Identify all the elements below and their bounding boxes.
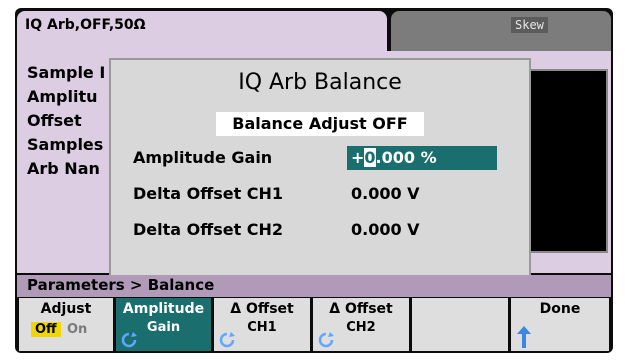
dialog-title: IQ Arb Balance <box>238 70 402 95</box>
offset-ch2-softkey[interactable]: Δ Offset CH2 <box>313 298 409 351</box>
knob-icon <box>318 332 334 348</box>
param-label: Offset <box>27 111 82 130</box>
delta-offset-ch1-value[interactable]: 0.000 V <box>351 184 420 203</box>
channel-title: IQ Arb,OFF,50Ω <box>25 17 146 33</box>
instrument-bezel: IQ Arb,OFF,50Ω Skew Sample I Amplitu Off… <box>0 0 625 360</box>
adjust-off-option: Off <box>31 322 61 337</box>
done-label: Done <box>539 301 581 317</box>
blank-softkey[interactable] <box>412 298 508 351</box>
breadcrumb-text: Parameters > Balance <box>27 276 215 294</box>
arrow-up-icon <box>517 326 531 348</box>
knob-icon <box>219 332 235 348</box>
delta-offset-ch2-value[interactable]: 0.000 V <box>351 220 420 239</box>
amplitude-gain-line1: Amplitude <box>122 301 205 317</box>
amplitude-gain-field[interactable]: +0.000 % <box>347 146 497 170</box>
offset-ch1-line1: Δ Offset <box>230 301 294 317</box>
param-label: Arb Nan <box>27 159 100 178</box>
amplitude-gain-label: Amplitude Gain <box>133 148 273 167</box>
offset-ch1-softkey[interactable]: Δ Offset CH1 <box>214 298 310 351</box>
softkey-bar: Adjust Off On Amplitude Gain Δ Offset CH… <box>17 298 611 351</box>
gain-sign: + <box>351 148 365 167</box>
skew-label: Skew <box>511 17 548 33</box>
offset-ch2-line1: Δ Offset <box>329 301 393 317</box>
edit-cursor: 0 <box>364 148 376 167</box>
amplitude-gain-softkey[interactable]: Amplitude Gain <box>116 298 211 351</box>
breadcrumb: Parameters > Balance <box>17 275 611 297</box>
adjust-on-option: On <box>67 322 88 337</box>
knob-icon <box>121 332 137 348</box>
param-label: Sample I <box>27 63 106 82</box>
delta-offset-ch2-label: Delta Offset CH2 <box>133 220 284 239</box>
channel-tab[interactable]: IQ Arb,OFF,50Ω <box>17 11 387 51</box>
adjust-softkey[interactable]: Adjust Off On <box>19 298 113 351</box>
balance-status: Balance Adjust OFF <box>216 112 424 136</box>
iq-balance-dialog: IQ Arb Balance Balance Adjust OFF Amplit… <box>109 58 531 282</box>
gain-rest: .000 % <box>375 148 437 167</box>
display-screen: IQ Arb,OFF,50Ω Skew Sample I Amplitu Off… <box>15 8 613 353</box>
done-softkey[interactable]: Done <box>511 298 609 351</box>
delta-offset-ch1-label: Delta Offset CH1 <box>133 184 284 203</box>
skew-tab[interactable]: Skew <box>391 11 611 51</box>
waveform-preview <box>522 69 608 253</box>
param-label: Amplitu <box>27 87 98 106</box>
adjust-label: Adjust <box>40 301 92 317</box>
amplitude-gain-value: +0.000 % <box>351 148 437 167</box>
param-label: Samples <box>27 135 104 154</box>
